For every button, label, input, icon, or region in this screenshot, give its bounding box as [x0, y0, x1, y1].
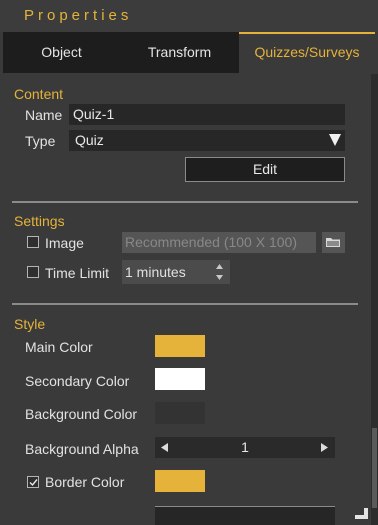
name-label: Name: [25, 107, 63, 123]
spinner-arrows-icon[interactable]: [215, 263, 224, 281]
border-color-checkbox[interactable]: [27, 476, 39, 488]
resize-grip-icon[interactable]: [355, 508, 369, 520]
content-section-title: Content: [14, 86, 64, 102]
checkmark-icon: [29, 479, 38, 487]
panel-title: Properties: [24, 7, 133, 24]
time-limit-label: Time Limit: [45, 265, 110, 281]
border-color-label: Border Color: [45, 474, 125, 490]
background-color-label: Background Color: [25, 406, 138, 422]
content-divider: [12, 201, 358, 203]
tab-bar: Object Transform Quizzes/Surveys: [3, 32, 375, 73]
settings-section-title: Settings: [14, 213, 65, 229]
image-checkbox[interactable]: [27, 236, 39, 248]
secondary-color-label: Secondary Color: [25, 373, 130, 389]
edit-button[interactable]: Edit: [185, 157, 345, 182]
increment-arrow-icon[interactable]: [321, 443, 328, 452]
tab-quizzes-surveys[interactable]: Quizzes/Surveys: [239, 32, 375, 73]
folder-icon: [326, 238, 340, 247]
style-section-title: Style: [14, 316, 46, 332]
settings-divider: [12, 303, 358, 305]
time-limit-spinner[interactable]: 1 minutes: [122, 260, 230, 284]
type-select[interactable]: Quiz: [69, 130, 345, 151]
image-label: Image: [45, 235, 84, 251]
type-label: Type: [25, 133, 56, 149]
background-alpha-stepper[interactable]: 1: [155, 437, 335, 458]
scrollbar-thumb[interactable]: [372, 428, 377, 508]
time-limit-value: 1 minutes: [125, 264, 186, 280]
decrement-arrow-icon[interactable]: [161, 443, 168, 452]
background-alpha-label: Background Alpha: [25, 441, 139, 457]
tab-transform[interactable]: Transform: [120, 32, 239, 73]
background-alpha-value: 1: [241, 439, 249, 455]
partial-next-control[interactable]: [155, 506, 335, 525]
main-color-swatch[interactable]: [155, 335, 205, 357]
border-color-swatch[interactable]: [155, 470, 205, 492]
time-limit-checkbox[interactable]: [27, 266, 39, 278]
name-input[interactable]: Quiz-1: [69, 104, 345, 125]
main-color-label: Main Color: [25, 339, 93, 355]
browse-image-button[interactable]: [322, 232, 345, 253]
triangle-down-icon: [329, 134, 341, 146]
background-color-swatch[interactable]: [155, 402, 205, 424]
type-select-value: Quiz: [75, 132, 104, 148]
secondary-color-swatch[interactable]: [155, 368, 205, 390]
tab-object[interactable]: Object: [3, 32, 120, 73]
image-path-input[interactable]: Recommended (100 X 100): [122, 232, 316, 253]
